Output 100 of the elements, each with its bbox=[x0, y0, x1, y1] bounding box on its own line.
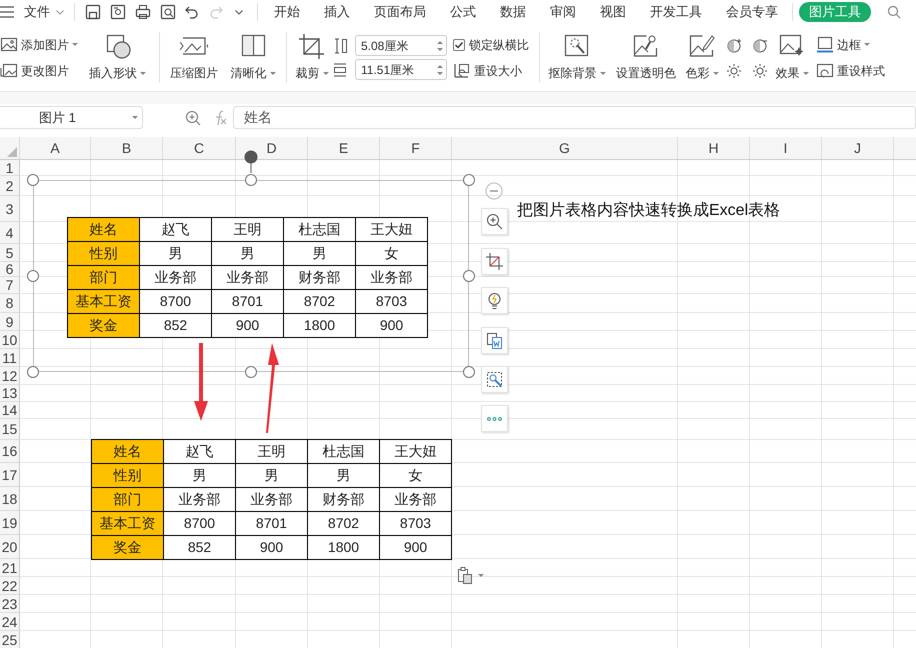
row-header[interactable]: 5 bbox=[0, 244, 20, 262]
side-tool-button[interactable] bbox=[481, 327, 508, 354]
ribbon-tab[interactable]: 公式 bbox=[438, 2, 488, 22]
undo-icon[interactable] bbox=[185, 5, 199, 19]
size-field[interactable]: 5.08厘米 bbox=[355, 35, 447, 56]
width-icon bbox=[333, 62, 347, 78]
row-header[interactable]: 18 bbox=[0, 487, 20, 511]
row-header[interactable]: 23 bbox=[0, 595, 20, 613]
ribbon-tab[interactable]: 页面布局 bbox=[362, 2, 438, 22]
column-header[interactable]: E bbox=[308, 137, 380, 159]
ribbon-button[interactable]: 重设大小 bbox=[451, 58, 524, 84]
ribbon-button[interactable]: 边框 bbox=[814, 32, 872, 58]
name-box[interactable]: 图片 1 bbox=[0, 106, 143, 129]
table-header-cell: 奖金 bbox=[92, 536, 164, 560]
ribbon-tab[interactable]: 开始 bbox=[262, 2, 312, 22]
rotate-handle-icon[interactable] bbox=[244, 150, 258, 173]
resize-handle[interactable] bbox=[463, 270, 475, 282]
ribbon-tab[interactable]: 插入 bbox=[312, 2, 362, 22]
formula-field[interactable]: 姓名 bbox=[233, 106, 916, 129]
row-header[interactable]: 22 bbox=[0, 577, 20, 595]
row-header[interactable]: 14 bbox=[0, 402, 20, 419]
row-header[interactable]: 15 bbox=[0, 419, 20, 440]
row-header[interactable]: 16 bbox=[0, 440, 20, 463]
ribbon-button[interactable]: 裁剪 bbox=[294, 24, 330, 91]
resize-handle[interactable] bbox=[245, 366, 257, 378]
reset-style-icon bbox=[816, 62, 834, 79]
spinner-icon[interactable] bbox=[437, 40, 443, 52]
checkbox[interactable] bbox=[453, 38, 465, 50]
checkbox-label[interactable]: 锁定纵横比 bbox=[469, 36, 529, 54]
zoom-icon[interactable] bbox=[185, 110, 201, 126]
print-icon[interactable] bbox=[135, 4, 151, 20]
resize-handle[interactable] bbox=[27, 270, 39, 282]
row-header[interactable]: 9 bbox=[0, 313, 20, 331]
ribbon-button[interactable]: 设置透明色 bbox=[614, 24, 678, 91]
resize-handle[interactable] bbox=[27, 174, 39, 186]
spinner-icon[interactable] bbox=[437, 64, 443, 76]
ribbon-tab[interactable]: 审阅 bbox=[538, 2, 588, 22]
ribbon-button[interactable]: 效果 bbox=[774, 24, 810, 91]
preview-icon[interactable] bbox=[160, 4, 176, 20]
ribbon-tab[interactable]: 视图 bbox=[588, 2, 638, 22]
ribbon-button[interactable]: 插入形状 bbox=[87, 24, 148, 91]
ribbon-tab[interactable]: 会员专享 bbox=[714, 2, 790, 22]
ribbon-tab[interactable]: 数据 bbox=[488, 2, 538, 22]
side-tool-button[interactable] bbox=[481, 248, 508, 275]
resize-handle[interactable] bbox=[463, 366, 475, 378]
ribbon-tab[interactable]: 开发工具 bbox=[638, 2, 714, 22]
size-field[interactable]: 11.51厘米 bbox=[355, 59, 447, 80]
ribbon-button[interactable]: 添加图片 bbox=[0, 32, 80, 58]
ribbon-button[interactable]: 色彩 bbox=[684, 24, 720, 91]
save-icon[interactable] bbox=[85, 4, 101, 20]
chevron-icon[interactable] bbox=[235, 10, 243, 14]
row-header[interactable]: 24 bbox=[0, 613, 20, 631]
row-header[interactable]: 6 bbox=[0, 262, 20, 277]
row-header[interactable]: 17 bbox=[0, 463, 20, 487]
ribbon-button[interactable]: 重设样式 bbox=[814, 58, 887, 84]
row-header[interactable]: 25 bbox=[0, 631, 20, 648]
file-menu[interactable]: 文件 bbox=[22, 2, 66, 22]
image-icon bbox=[0, 36, 18, 53]
row-header[interactable]: 21 bbox=[0, 559, 20, 577]
row-header[interactable]: 1 bbox=[0, 160, 20, 176]
side-tool-button[interactable] bbox=[481, 366, 508, 393]
column-header[interactable]: G bbox=[452, 137, 678, 159]
search-icon[interactable] bbox=[887, 5, 901, 19]
ribbon-button[interactable]: 更改图片 bbox=[0, 58, 71, 84]
row-header[interactable]: 12 bbox=[0, 367, 20, 385]
row-header[interactable]: 19 bbox=[0, 511, 20, 535]
row-header[interactable]: 7 bbox=[0, 277, 20, 294]
row-header[interactable]: 11 bbox=[0, 349, 20, 367]
column-header[interactable]: C bbox=[163, 137, 236, 159]
row-header[interactable]: 13 bbox=[0, 385, 20, 402]
brightness-down-icon[interactable] bbox=[752, 62, 768, 78]
resize-handle[interactable] bbox=[463, 174, 475, 186]
column-header[interactable]: A bbox=[20, 137, 91, 159]
ribbon-button[interactable]: 抠除背景 bbox=[546, 24, 608, 91]
side-tool-button[interactable] bbox=[481, 208, 508, 235]
ribbon-button[interactable]: 清晰化 bbox=[228, 24, 278, 91]
collapse-icon[interactable] bbox=[485, 182, 503, 200]
row-header[interactable]: 20 bbox=[0, 535, 20, 559]
row-header[interactable]: 4 bbox=[0, 222, 20, 244]
row-header[interactable]: 8 bbox=[0, 294, 20, 313]
row-header[interactable]: 10 bbox=[0, 331, 20, 349]
column-header[interactable]: H bbox=[678, 137, 750, 159]
column-header[interactable]: F bbox=[380, 137, 452, 159]
menu-icon[interactable] bbox=[0, 6, 14, 18]
resize-handle[interactable] bbox=[245, 174, 257, 186]
table-cell: 8702 bbox=[284, 290, 356, 314]
row-header[interactable]: 2 bbox=[0, 176, 20, 196]
row-header[interactable]: 3 bbox=[0, 196, 20, 222]
brightness-up-icon[interactable] bbox=[726, 62, 742, 78]
side-tool-button[interactable] bbox=[481, 287, 508, 314]
paste-options-button[interactable] bbox=[457, 567, 484, 584]
contrast-up-icon[interactable] bbox=[726, 38, 742, 54]
table-cell: 财务部 bbox=[284, 266, 356, 290]
column-header[interactable]: J bbox=[822, 137, 894, 159]
table-cell: 900 bbox=[380, 536, 452, 560]
column-header[interactable]: B bbox=[91, 137, 163, 159]
column-header[interactable]: I bbox=[750, 137, 822, 159]
ribbon-button[interactable]: 压缩图片 bbox=[168, 24, 220, 91]
contrast-down-icon[interactable] bbox=[752, 38, 768, 54]
resize-handle[interactable] bbox=[27, 366, 39, 378]
